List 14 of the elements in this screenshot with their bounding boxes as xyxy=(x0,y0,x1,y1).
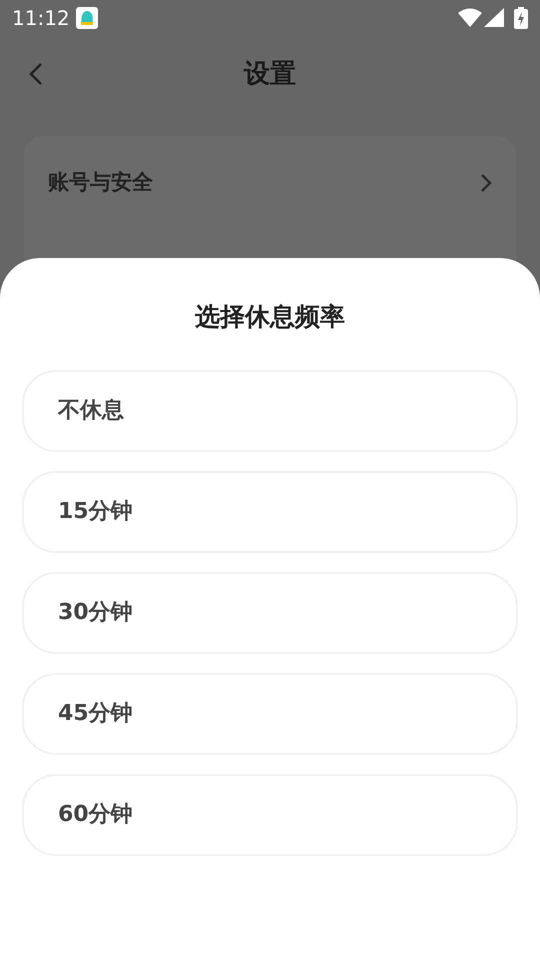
page-title: 设置 xyxy=(244,58,296,90)
status-time: 11:12 xyxy=(12,5,70,32)
back-icon xyxy=(29,62,43,86)
signal-icon xyxy=(484,8,504,28)
option-button[interactable]: 45分钟 xyxy=(22,672,518,754)
sheet-title: 选择休息频率 xyxy=(195,301,345,333)
chevron-icon xyxy=(480,173,492,193)
option-button[interactable]: 60分钟 xyxy=(22,774,518,856)
battery-icon xyxy=(514,7,528,29)
option-button[interactable]: 30分钟 xyxy=(22,572,518,654)
app-icon xyxy=(76,7,98,29)
option-button[interactable]: 不休息 xyxy=(22,370,518,452)
wifi-icon xyxy=(458,8,482,28)
option-button[interactable]: 15分钟 xyxy=(22,470,518,552)
